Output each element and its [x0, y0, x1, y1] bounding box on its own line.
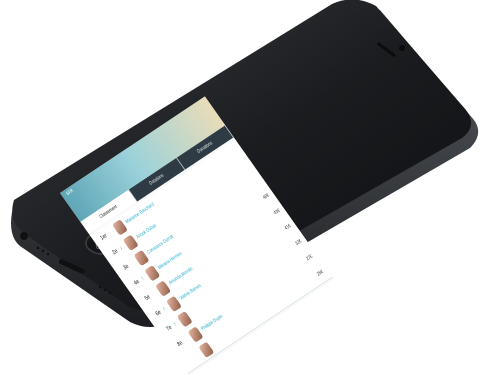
rank-number: 1er [99, 233, 109, 242]
rank-number: 5e [143, 294, 152, 303]
phone-screen: SFR Classement Dotations Donations 1er Ma… [0, 0, 488, 376]
carrier-label: SFR [64, 187, 75, 198]
trend-none [184, 338, 189, 341]
rank-number [182, 357, 195, 365]
trend-none [194, 354, 199, 357]
avatar [198, 341, 215, 358]
rank-number: 8e [176, 340, 185, 349]
phone-photo: SFR Classement Dotations Donations 1er Ma… [0, 0, 488, 376]
trend-none [108, 231, 113, 234]
trend-none [130, 262, 135, 265]
rank-number: 3e [122, 263, 131, 272]
trend-none [151, 293, 156, 296]
